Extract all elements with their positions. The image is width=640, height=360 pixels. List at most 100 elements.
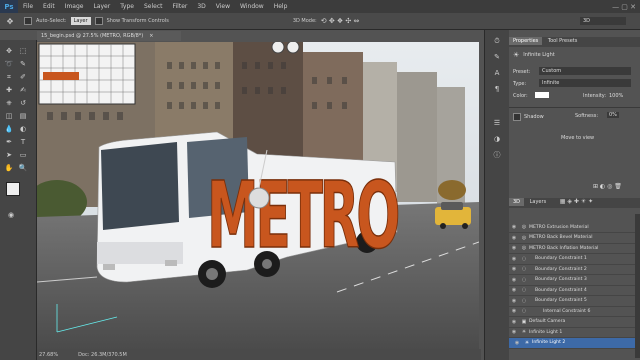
auto-select-label: Auto-Select:: [36, 18, 67, 24]
tab-properties[interactable]: Properties: [509, 37, 543, 45]
window-controls-icon[interactable]: — ▢ ✕: [612, 3, 640, 11]
tab-3d[interactable]: 3D: [509, 198, 525, 206]
lasso-tool-icon[interactable]: ➰: [4, 59, 14, 69]
eraser-tool-icon[interactable]: ◫: [4, 111, 14, 121]
quick-mask-icon[interactable]: ◉: [6, 210, 16, 220]
layer-row[interactable]: ◉ ◎ METRO Extrusion Material: [509, 222, 640, 233]
3d-mode-icons[interactable]: ⟲ ✥ ❖ ✣ ⇔: [321, 17, 360, 25]
menu-view[interactable]: View: [211, 3, 235, 10]
layer-row[interactable]: ◉ ◌ Internal Constraint 6: [509, 306, 640, 317]
layer-row[interactable]: ◉ ◌ Boundary Constraint 5: [509, 296, 640, 307]
tab-tool-presets[interactable]: Tool Presets: [544, 37, 582, 45]
adjustments-icon[interactable]: ◑: [492, 134, 502, 144]
type-dropdown[interactable]: Infinite: [539, 79, 631, 87]
visibility-eye-icon[interactable]: ◉: [509, 277, 519, 283]
visibility-eye-icon[interactable]: ◉: [509, 245, 519, 251]
layer-row[interactable]: ◉ ☀ Infinite Light 1: [509, 327, 640, 338]
eyedropper-tool-icon[interactable]: ✐: [18, 72, 28, 82]
menu-image[interactable]: Image: [60, 3, 89, 10]
preset-dropdown[interactable]: Custom: [539, 67, 631, 75]
layer-row[interactable]: ◉ ◌ Boundary Constraint 2: [509, 264, 640, 275]
light-color-swatch[interactable]: [535, 92, 549, 98]
visibility-eye-icon[interactable]: ◉: [509, 287, 519, 293]
zoom-level[interactable]: 27.68%: [39, 352, 58, 358]
object-icon: ◎: [521, 245, 527, 251]
brush-tool-icon[interactable]: ✍: [18, 85, 28, 95]
blur-tool-icon[interactable]: 💧: [4, 124, 14, 134]
layer-row[interactable]: ◉ ◎ METRO Back Inflation Material: [509, 243, 640, 254]
zoom-tool-icon[interactable]: 🔍: [18, 163, 28, 173]
menu-layer[interactable]: Layer: [88, 3, 115, 10]
layer-row[interactable]: ◉ ◌ Boundary Constraint 4: [509, 285, 640, 296]
dodge-tool-icon[interactable]: ◐: [18, 124, 28, 134]
type-tool-icon[interactable]: T: [18, 137, 28, 147]
close-icon[interactable]: ×: [149, 33, 153, 39]
visibility-eye-icon[interactable]: ◉: [509, 298, 519, 304]
visibility-eye-icon[interactable]: ◉: [509, 235, 519, 241]
intensity-value[interactable]: 100%: [609, 93, 623, 99]
menu-3d[interactable]: 3D: [192, 3, 210, 10]
history-icon[interactable]: ⏱: [492, 36, 502, 46]
gradient-tool-icon[interactable]: ▤: [18, 111, 28, 121]
marquee-tool-icon[interactable]: ⬚: [18, 46, 28, 56]
visibility-eye-icon[interactable]: ◉: [509, 319, 519, 325]
document-tab[interactable]: 15_begin.psd @ 27.5% (METRO, RGB/8*) ×: [37, 31, 181, 41]
hand-tool-icon[interactable]: ✋: [4, 163, 14, 173]
paragraph-icon[interactable]: ¶: [492, 84, 502, 94]
visibility-eye-icon[interactable]: ◉: [509, 308, 519, 314]
canvas[interactable]: METRO: [37, 42, 479, 349]
history-brush-icon[interactable]: ↺: [18, 98, 28, 108]
metro-3d-text[interactable]: METRO: [206, 161, 405, 270]
menu-window[interactable]: Window: [235, 3, 269, 10]
menu-edit[interactable]: Edit: [38, 3, 60, 10]
visibility-eye-icon[interactable]: ◉: [512, 339, 522, 347]
layer-label: METRO Back Bevel Material: [529, 235, 593, 240]
move-to-view-button[interactable]: Move to view: [561, 135, 594, 141]
object-icon: ◎: [521, 224, 527, 230]
visibility-eye-icon[interactable]: ◉: [509, 256, 519, 262]
layer-label: Boundary Constraint 5: [535, 298, 587, 303]
path-select-tool-icon[interactable]: ➤: [4, 150, 14, 160]
foreground-color-swatch[interactable]: [6, 182, 20, 196]
workspace-dropdown[interactable]: 3D: [580, 17, 626, 25]
menu-file[interactable]: File: [18, 3, 38, 10]
layer-row[interactable]: ◉ ◌ Boundary Constraint 3: [509, 275, 640, 286]
move-tool-icon[interactable]: ✥: [4, 46, 14, 56]
tab-layers[interactable]: Layers: [526, 198, 551, 206]
move-tool-icon[interactable]: ✥: [0, 17, 20, 26]
auto-select-dropdown[interactable]: Layer: [70, 17, 91, 25]
layer-row[interactable]: ◉ ◌ Boundary Constraint 1: [509, 254, 640, 265]
layer-row[interactable]: ◉ ☀ Infinite Light 2: [509, 337, 640, 349]
menu-filter[interactable]: Filter: [168, 3, 193, 10]
visibility-eye-icon[interactable]: ◉: [509, 329, 519, 335]
properties-icon[interactable]: ☰: [492, 118, 502, 128]
menu-select[interactable]: Select: [139, 3, 168, 10]
filter-icons[interactable]: ▦ ◈ ✚ ☀ ✦: [560, 198, 593, 205]
pen-tool-icon[interactable]: ✒: [4, 137, 14, 147]
visibility-eye-icon[interactable]: ◉: [509, 266, 519, 272]
auto-select-checkbox[interactable]: [24, 17, 32, 25]
softness-value[interactable]: 0%: [607, 112, 619, 118]
stamp-tool-icon[interactable]: ⎈: [4, 98, 14, 108]
intensity-label: Intensity:: [583, 93, 607, 99]
divider: [509, 107, 640, 108]
menu-help[interactable]: Help: [269, 3, 293, 10]
brush-preset-icon[interactable]: ✎: [492, 52, 502, 62]
quick-select-tool-icon[interactable]: ✎: [18, 59, 28, 69]
visibility-eye-icon[interactable]: ◉: [509, 224, 519, 230]
layer-label: Internal Constraint 6: [543, 308, 591, 314]
show-transform-label: Show Transform Controls: [106, 18, 169, 24]
shape-tool-icon[interactable]: ▭: [18, 150, 28, 160]
layers-scrollbar[interactable]: [635, 214, 640, 358]
shadow-checkbox[interactable]: [513, 113, 521, 121]
info-icon[interactable]: ⓘ: [492, 150, 502, 160]
show-transform-checkbox[interactable]: [94, 17, 103, 25]
object-icon: ◌: [521, 308, 527, 314]
panel-footer-icons[interactable]: ⊞ ◐ ◎ 🗑: [593, 183, 622, 190]
layer-row[interactable]: ◉ ◎ METRO Back Bevel Material: [509, 233, 640, 244]
menu-type[interactable]: Type: [115, 3, 139, 10]
character-icon[interactable]: A: [492, 68, 502, 78]
crop-tool-icon[interactable]: ⌗: [4, 72, 14, 82]
healing-tool-icon[interactable]: ✚: [4, 85, 14, 95]
layer-row[interactable]: ◉ ▣ Default Camera: [509, 317, 640, 328]
